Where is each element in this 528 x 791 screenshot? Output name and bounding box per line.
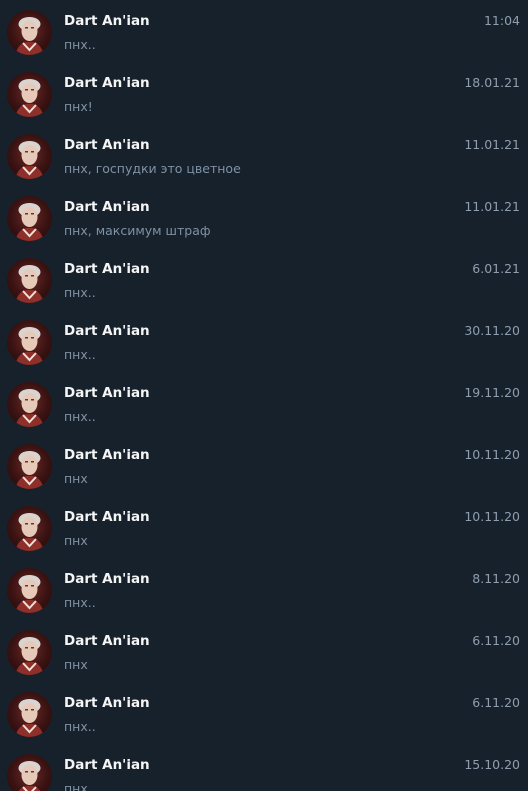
avatar[interactable] [7, 10, 52, 55]
message-preview: пнх [64, 781, 88, 791]
message-preview: пнх.. [64, 37, 96, 52]
avatar[interactable] [7, 196, 52, 241]
dialog-row[interactable]: Dart An'ian пнх.. 8.11.20 [0, 558, 528, 620]
message-preview: пнх.. [64, 719, 96, 734]
message-time: 10.11.20 [464, 447, 520, 462]
dialog-name: Dart An'ian [64, 633, 150, 649]
avatar[interactable] [7, 568, 52, 613]
dialog-row[interactable]: Dart An'ian пнх.. 6.01.21 [0, 248, 528, 310]
message-preview: пнх [64, 533, 88, 548]
message-time: 18.01.21 [464, 75, 520, 90]
avatar[interactable] [7, 258, 52, 303]
message-time: 19.11.20 [464, 385, 520, 400]
avatar[interactable] [7, 444, 52, 489]
dialog-name: Dart An'ian [64, 323, 150, 339]
message-preview: пнх.. [64, 347, 96, 362]
avatar[interactable] [7, 630, 52, 675]
message-preview: пнх.. [64, 285, 96, 300]
message-time: 6.11.20 [472, 695, 520, 710]
message-time: 30.11.20 [464, 323, 520, 338]
dialog-row[interactable]: Dart An'ian пнх.. 19.11.20 [0, 372, 528, 434]
dialog-row[interactable]: Dart An'ian пнх.. 30.11.20 [0, 310, 528, 372]
dialog-name: Dart An'ian [64, 695, 150, 711]
dialog-row[interactable]: Dart An'ian пнх 10.11.20 [0, 434, 528, 496]
message-preview: пнх.. [64, 595, 96, 610]
dialog-name: Dart An'ian [64, 75, 150, 91]
avatar[interactable] [7, 692, 52, 737]
message-preview: пнх [64, 657, 88, 672]
dialog-row[interactable]: Dart An'ian пнх, максимум штраф 11.01.21 [0, 186, 528, 248]
dialog-list: Dart An'ian пнх.. 11:04 Dart An'ian пнх!… [0, 0, 528, 791]
message-time: 10.11.20 [464, 509, 520, 524]
dialog-row[interactable]: Dart An'ian пнх 15.10.20 [0, 744, 528, 791]
message-time: 11.01.21 [464, 199, 520, 214]
avatar[interactable] [7, 754, 52, 791]
dialog-row[interactable]: Dart An'ian пнх! 18.01.21 [0, 62, 528, 124]
dialog-name: Dart An'ian [64, 509, 150, 525]
message-time: 6.11.20 [472, 633, 520, 648]
dialog-name: Dart An'ian [64, 757, 150, 773]
message-time: 8.11.20 [472, 571, 520, 586]
dialog-name: Dart An'ian [64, 571, 150, 587]
avatar[interactable] [7, 72, 52, 117]
avatar[interactable] [7, 506, 52, 551]
message-time: 15.10.20 [464, 757, 520, 772]
dialog-name: Dart An'ian [64, 199, 150, 215]
message-preview: пнх, госпудки это цветное [64, 161, 241, 176]
message-time: 11.01.21 [464, 137, 520, 152]
dialog-row[interactable]: Dart An'ian пнх.. 6.11.20 [0, 682, 528, 744]
message-time: 6.01.21 [472, 261, 520, 276]
dialog-name: Dart An'ian [64, 447, 150, 463]
message-time: 11:04 [483, 13, 520, 28]
dialog-row[interactable]: Dart An'ian пнх 6.11.20 [0, 620, 528, 682]
message-preview: пнх.. [64, 409, 96, 424]
dialog-name: Dart An'ian [64, 13, 150, 29]
message-preview: пнх [64, 471, 88, 486]
dialog-row[interactable]: Dart An'ian пнх 10.11.20 [0, 496, 528, 558]
dialog-name: Dart An'ian [64, 385, 150, 401]
dialog-row[interactable]: Dart An'ian пнх.. 11:04 [0, 0, 528, 62]
message-preview: пнх, максимум штраф [64, 223, 211, 238]
dialog-name: Dart An'ian [64, 261, 150, 277]
avatar[interactable] [7, 320, 52, 365]
dialog-row[interactable]: Dart An'ian пнх, госпудки это цветное 11… [0, 124, 528, 186]
avatar[interactable] [7, 382, 52, 427]
message-preview: пнх! [64, 99, 93, 114]
avatar[interactable] [7, 134, 52, 179]
dialog-name: Dart An'ian [64, 137, 150, 153]
